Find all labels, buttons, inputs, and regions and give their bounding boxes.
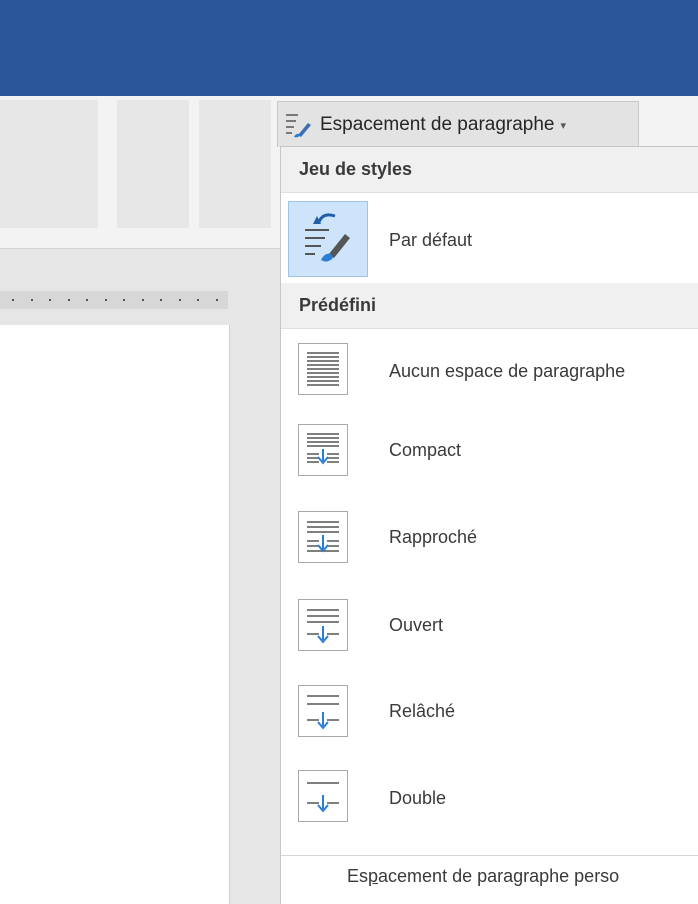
ruler-tick — [31, 299, 33, 301]
menu-item-compact[interactable]: Compact — [281, 420, 698, 502]
ruler-tick — [12, 299, 14, 301]
menu-item-label: Aucun espace de paragraphe — [389, 361, 626, 381]
ruler-tick — [123, 299, 125, 301]
menu-item-default[interactable]: Par défaut — [281, 197, 698, 279]
ruler-tick — [49, 299, 51, 301]
paragraph-spacing-icon — [284, 111, 314, 139]
compact-spacing-icon — [298, 424, 348, 476]
menu-item-double[interactable]: Double — [281, 762, 698, 844]
ruler-tick — [86, 299, 88, 301]
reset-style-brush-icon — [288, 201, 368, 277]
menu-item-label: Compact — [389, 440, 462, 460]
open-spacing-icon — [298, 599, 348, 651]
menu-item-label: Rapproché — [389, 527, 478, 547]
horizontal-ruler — [0, 291, 228, 309]
ruler-tick — [216, 299, 218, 301]
menu-item-label: Double — [389, 788, 447, 808]
ruler-tick — [160, 299, 162, 301]
menu-item-custom-spacing[interactable]: Espacement de paragraphe perso — [347, 866, 619, 887]
tight-spacing-icon — [298, 511, 348, 563]
section-header-builtin: Prédéfini — [281, 283, 698, 329]
section-header-style-set: Jeu de styles — [281, 147, 698, 193]
no-spacing-icon — [298, 343, 348, 395]
title-bar — [0, 0, 698, 96]
document-page[interactable] — [0, 325, 230, 904]
paragraph-spacing-menu: Jeu de styles Par défaut Prédéfini Aucun… — [280, 146, 698, 904]
menu-item-relaxed[interactable]: Relâché — [281, 677, 698, 759]
chevron-down-icon: ▾ — [560, 120, 567, 132]
menu-item-label: Ouvert — [389, 615, 444, 635]
ribbon-gallery-item[interactable] — [199, 100, 271, 228]
menu-item-open[interactable]: Ouvert — [281, 591, 698, 673]
ruler-tick — [68, 299, 70, 301]
menu-divider — [281, 855, 698, 856]
ruler-tick — [142, 299, 144, 301]
menu-item-no-spacing[interactable]: Aucun espace de paragraphe — [281, 331, 698, 413]
menu-item-label: Relâché — [389, 701, 456, 721]
ruler-tick — [179, 299, 181, 301]
paragraph-spacing-label: Espacement de paragraphe — [320, 113, 555, 135]
ribbon-gallery-item[interactable] — [117, 100, 189, 228]
ruler-tick — [197, 299, 199, 301]
relaxed-spacing-icon — [298, 685, 348, 737]
ruler-tick — [105, 299, 107, 301]
ribbon-gallery-left[interactable] — [0, 100, 98, 228]
menu-item-tight[interactable]: Rapproché — [281, 505, 698, 587]
menu-item-label: Par défaut — [389, 230, 473, 250]
paragraph-spacing-button[interactable]: Espacement de paragraphe ▾ — [277, 101, 639, 147]
double-spacing-icon — [298, 770, 348, 822]
